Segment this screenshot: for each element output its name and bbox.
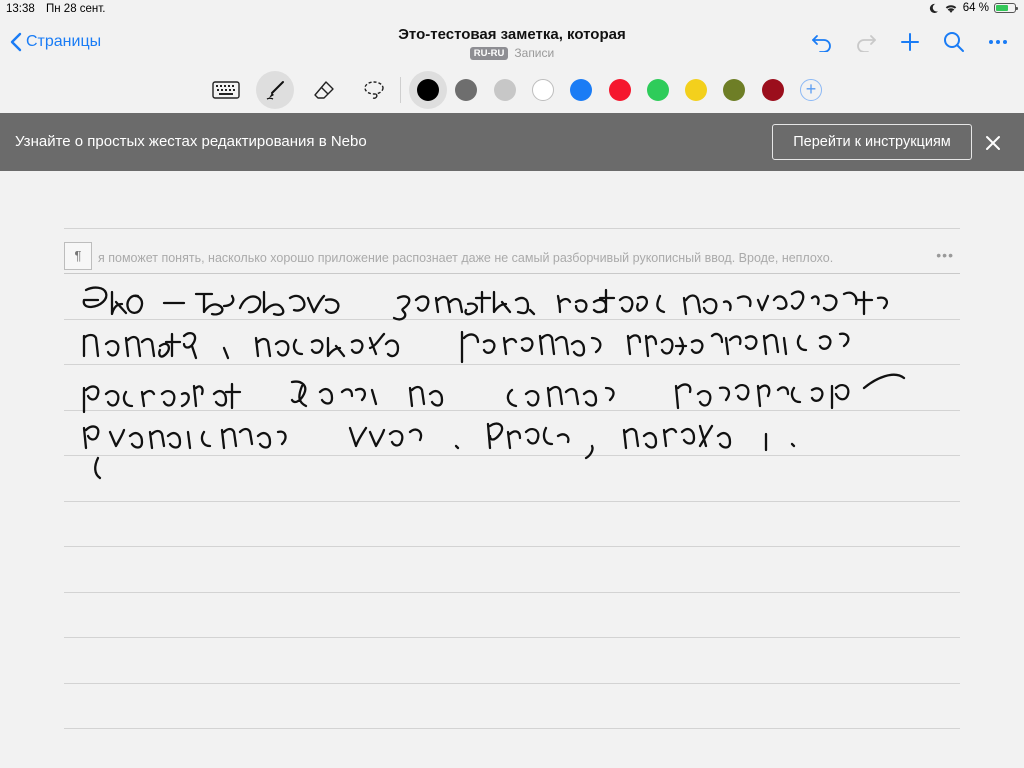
instructions-button[interactable]: Перейти к инструкциям <box>772 124 972 160</box>
color-swatch[interactable] <box>685 79 708 101</box>
color-swatch[interactable] <box>646 79 669 101</box>
page-rule <box>64 637 960 638</box>
add-color-button[interactable]: + <box>800 79 822 101</box>
eraser-icon[interactable] <box>305 71 343 109</box>
nav-bar: Страницы Это-тестовая заметка, которая R… <box>0 20 1024 66</box>
battery-percent: 64 % <box>962 2 989 14</box>
close-icon[interactable] <box>983 133 1003 153</box>
status-date: Пн 28 сент. <box>45 3 106 15</box>
toolbar-divider <box>400 77 401 103</box>
folder-name[interactable]: Записи <box>514 46 554 60</box>
add-icon[interactable] <box>898 30 922 54</box>
ink-line-3 <box>82 373 906 414</box>
color-swatch[interactable] <box>723 79 746 101</box>
color-swatch[interactable] <box>570 79 593 101</box>
color-swatch[interactable] <box>531 79 554 101</box>
tips-banner: Узнайте о простых жестах редактирования … <box>0 113 1024 171</box>
status-right: 64 % <box>928 2 1018 14</box>
redo-icon[interactable] <box>854 30 878 54</box>
page-rule <box>64 592 960 593</box>
pen-icon[interactable] <box>256 71 294 109</box>
paragraph-more-icon[interactable]: ••• <box>936 247 954 263</box>
page-rule <box>64 546 960 547</box>
ink-line-1 <box>82 286 888 321</box>
banner-text: Узнайте о простых жестах редактирования … <box>15 133 367 150</box>
color-swatch[interactable] <box>608 79 631 101</box>
keyboard-icon[interactable] <box>207 71 245 109</box>
nav-actions <box>810 30 1010 54</box>
color-swatch[interactable] <box>455 79 478 101</box>
ink-line-4 <box>82 422 796 480</box>
undo-icon[interactable] <box>810 30 834 54</box>
page-rule <box>64 683 960 684</box>
handwriting-ink[interactable] <box>64 276 960 506</box>
paragraph-bar: ¶ я поможет понять, насколько хорошо при… <box>64 241 960 274</box>
wifi-icon <box>945 4 957 13</box>
color-swatch[interactable] <box>493 79 516 101</box>
page-rule <box>64 728 960 729</box>
more-icon[interactable] <box>986 30 1010 54</box>
paragraph-icon[interactable]: ¶ <box>64 242 92 270</box>
ink-line-2 <box>82 330 850 364</box>
color-swatch[interactable] <box>417 79 439 101</box>
language-badge[interactable]: RU-RU <box>469 46 509 60</box>
status-left: 13:38 Пн 28 сент. <box>6 3 113 15</box>
color-swatch[interactable] <box>761 79 784 101</box>
status-bar: 13:38 Пн 28 сент. 64 % <box>0 0 1024 20</box>
ink-toolbar: + <box>0 68 1024 112</box>
moon-icon <box>929 3 938 13</box>
page-rule <box>64 228 960 229</box>
battery-fill <box>996 5 1008 11</box>
recognized-text[interactable]: я поможет понять, насколько хорошо прило… <box>98 251 924 265</box>
battery-icon <box>994 3 1018 13</box>
lasso-icon[interactable] <box>355 71 393 109</box>
status-time: 13:38 <box>6 3 35 15</box>
search-icon[interactable] <box>942 30 966 54</box>
